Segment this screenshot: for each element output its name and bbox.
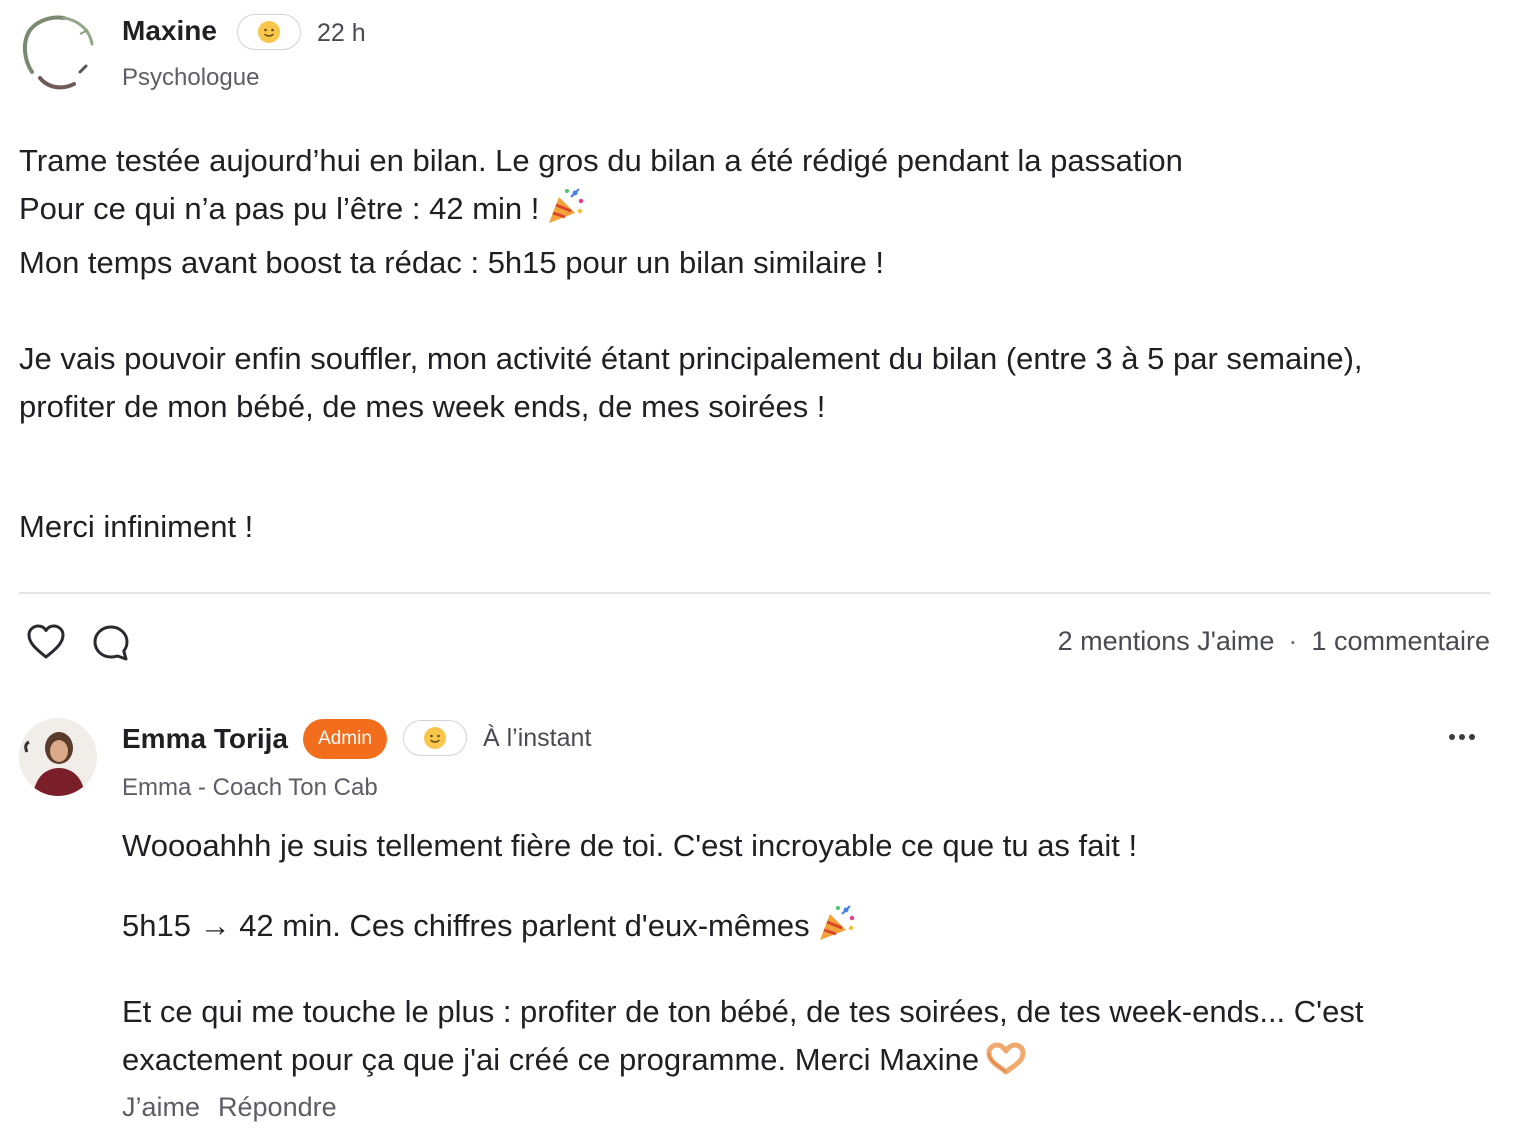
likes-count[interactable]: 2 mentions J'aime: [1058, 626, 1275, 657]
member-flair[interactable]: [403, 720, 467, 756]
like-comment-button[interactable]: J’aime: [122, 1092, 200, 1123]
reply-button[interactable]: Répondre: [218, 1092, 337, 1123]
party-popper-icon: [545, 187, 587, 239]
author-name[interactable]: Maxine: [122, 15, 217, 47]
comments-count[interactable]: 1 commentaire: [1311, 626, 1490, 657]
comment-actions: J’aime Répondre: [122, 1092, 337, 1123]
post-stats: 2 mentions J'aime · 1 commentaire: [1058, 626, 1490, 657]
paragraph-spacer: [19, 431, 1439, 503]
commenter-name[interactable]: Emma Torija: [122, 723, 288, 755]
comment-content: Woooahhh je suis tellement fière de toi.…: [122, 822, 1382, 1090]
comment-timestamp: À l’instant: [483, 724, 592, 752]
heart-icon[interactable]: [26, 623, 66, 666]
post-line: Mon temps avant boost ta rédac : 5h15 po…: [19, 245, 885, 280]
smiling-face-icon: [424, 727, 446, 749]
comment-paragraph: 5h15 → 42 min. Ces chiffres parlent d'eu…: [122, 902, 1382, 956]
paragraph-spacer: [19, 287, 1439, 335]
author-avatar[interactable]: [18, 12, 98, 92]
author-role: Psychologue: [122, 64, 260, 91]
divider: [19, 592, 1490, 594]
post-timestamp: 22 h: [317, 19, 366, 47]
feed-post: Maxine 22 h Psychologue Trame testée auj…: [0, 0, 1530, 1144]
post-line: Trame testée aujourd’hui en bilan. Le gr…: [19, 143, 1183, 178]
member-flair[interactable]: [237, 14, 301, 50]
comment-bubble-icon[interactable]: [91, 623, 131, 668]
commenter-avatar[interactable]: [19, 718, 97, 796]
post-line: Pour ce qui n’a pas pu l’être : 42 min !: [19, 185, 1439, 239]
comment-paragraph: Woooahhh je suis tellement fière de toi.…: [122, 828, 1138, 863]
more-horizontal-icon[interactable]: [1446, 727, 1478, 752]
comment-paragraph: Et ce qui me touche le plus : profiter d…: [122, 988, 1382, 1090]
commenter-role: Emma - Coach Ton Cab: [122, 774, 378, 801]
post-content: Trame testée aujourd’hui en bilan. Le gr…: [19, 137, 1439, 551]
party-popper-icon: [816, 904, 858, 956]
post-paragraph: Merci infiniment !: [19, 509, 254, 544]
stats-separator: ·: [1288, 626, 1298, 656]
heart-hands-icon: [985, 1042, 1027, 1090]
post-paragraph: Je vais pouvoir enfin souffler, mon acti…: [19, 341, 1363, 424]
paragraph-spacer: [122, 870, 1382, 902]
admin-badge: Admin: [303, 719, 387, 759]
paragraph-spacer: [122, 956, 1382, 988]
smiling-face-icon: [258, 21, 280, 43]
